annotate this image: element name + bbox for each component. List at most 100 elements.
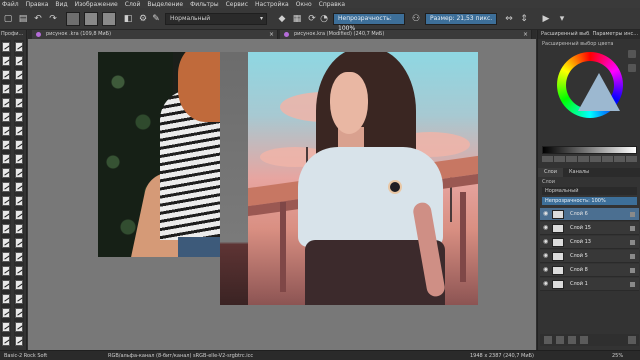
brush-preset-icon[interactable] [2, 336, 10, 346]
menu-item[interactable]: Выделение [147, 1, 183, 8]
tab-channels[interactable]: Каналы [563, 168, 595, 177]
brush-preset-icon[interactable] [15, 182, 23, 192]
wrap-mode-icon[interactable]: ◔ [318, 13, 330, 25]
tab-main-document[interactable]: рисунок.kra (Modified) (240,7 МиБ) × [280, 30, 532, 39]
mirror-horizontal-icon[interactable]: ⇔ [503, 13, 515, 25]
brush-preset-icon[interactable] [15, 252, 23, 262]
color-history-icon[interactable] [628, 64, 636, 72]
layer-row[interactable]: ◉ Слой 1 [540, 278, 639, 291]
menu-item[interactable]: Настройка [255, 1, 289, 8]
brush-preset-icon[interactable] [2, 112, 10, 122]
menu-item[interactable]: Окно [296, 1, 312, 8]
brush-preset-button[interactable] [102, 12, 116, 26]
color-swatch[interactable] [590, 156, 601, 162]
brush-preset-icon[interactable] [2, 266, 10, 276]
brush-preset-icon[interactable] [2, 70, 10, 80]
menu-item[interactable]: Правка [26, 1, 49, 8]
visibility-eye-icon[interactable]: ◉ [543, 267, 550, 273]
layer-blend-mode-select[interactable]: Нормальный [542, 187, 637, 195]
brush-preset-icon[interactable] [15, 308, 23, 318]
brush-preset-icon[interactable] [2, 196, 10, 206]
opacity-lock-icon[interactable]: ⚇ [410, 13, 422, 25]
brush-preset-icon[interactable] [2, 322, 10, 332]
brush-preset-icon[interactable] [15, 154, 23, 164]
brush-preset-icon[interactable] [15, 266, 23, 276]
save-icon[interactable]: ▤ [17, 13, 29, 25]
layer-row[interactable]: ◉ Слой 13 [540, 236, 639, 249]
layer-properties-icon[interactable] [630, 226, 635, 231]
brush-preset-icon[interactable] [15, 98, 23, 108]
color-swatch[interactable] [626, 156, 637, 162]
menu-item[interactable]: Вид [55, 1, 67, 8]
brush-preset-icon[interactable] [2, 84, 10, 94]
chevron-down-icon[interactable]: ▾ [556, 13, 568, 25]
value-gradient-bar[interactable] [542, 146, 637, 154]
eraser-mode-icon[interactable]: ◆ [276, 13, 288, 25]
undo-icon[interactable]: ↶ [32, 13, 44, 25]
move-layer-down-icon[interactable] [580, 336, 588, 344]
color-triangle[interactable] [578, 73, 620, 111]
brush-preset-icon[interactable] [15, 126, 23, 136]
layer-row[interactable]: ◉ Слой 8 [540, 264, 639, 277]
brush-preset-icon[interactable] [2, 168, 10, 178]
menu-item[interactable]: Файл [2, 1, 19, 8]
layer-properties-icon[interactable] [630, 268, 635, 273]
brush-preset-icon[interactable] [15, 42, 23, 52]
menu-item[interactable]: Фильтры [190, 1, 218, 8]
visibility-eye-icon[interactable]: ◉ [543, 225, 550, 231]
delete-layer-icon[interactable] [628, 336, 636, 344]
fg-bg-color-icon[interactable]: ◧ [122, 13, 134, 25]
brush-preset-icon[interactable] [15, 294, 23, 304]
color-swatch[interactable] [566, 156, 577, 162]
visibility-eye-icon[interactable]: ◉ [543, 239, 550, 245]
brush-preset-icon[interactable] [15, 168, 23, 178]
visibility-eye-icon[interactable]: ◉ [543, 281, 550, 287]
brush-preset-icon[interactable] [2, 140, 10, 150]
layer-row[interactable]: ◉ Слой 5 [540, 250, 639, 263]
layer-properties-icon[interactable] [630, 212, 635, 217]
brush-preset-icon[interactable] [2, 238, 10, 248]
layer-row[interactable]: ◉ Слой 15 [540, 222, 639, 235]
brush-preset-icon[interactable] [2, 210, 10, 220]
brush-settings-icon[interactable]: ⚙ [137, 13, 149, 25]
menu-item[interactable]: Справка [319, 1, 345, 8]
opacity-slider[interactable]: Непрозрачность: 100% [333, 13, 405, 32]
color-wheel[interactable] [557, 52, 623, 118]
brush-preset-icon[interactable] [2, 294, 10, 304]
layer-properties-icon[interactable] [630, 254, 635, 259]
painting-canvas[interactable] [220, 52, 478, 305]
blend-mode-select[interactable]: Нормальный ▾ [165, 13, 267, 25]
brush-preset-icon[interactable] [2, 224, 10, 234]
brush-editor-icon[interactable]: ✎ [150, 13, 162, 25]
brush-preset-icon[interactable] [15, 336, 23, 346]
brush-preset-icon[interactable] [2, 154, 10, 164]
layer-opacity-slider[interactable]: Непрозрачность: 100% [542, 197, 637, 205]
color-swatch[interactable] [554, 156, 565, 162]
tab-reference-document[interactable]: рисунок .kra (109,8 МиБ) × [32, 30, 278, 39]
mirror-vertical-icon[interactable]: ⇕ [518, 13, 530, 25]
visibility-eye-icon[interactable]: ◉ [543, 253, 550, 259]
brush-preset-icon[interactable] [15, 70, 23, 80]
brush-preset-icon[interactable] [2, 252, 10, 262]
status-zoom[interactable]: 25% [612, 351, 623, 360]
brush-preset-icon[interactable] [15, 84, 23, 94]
brush-preset-icon[interactable] [15, 210, 23, 220]
brush-preset-icon[interactable] [15, 280, 23, 290]
add-layer-icon[interactable] [544, 336, 552, 344]
tab-layers[interactable]: Слои [538, 168, 563, 177]
close-icon[interactable]: × [523, 30, 528, 39]
tab-advanced-color-selector[interactable]: Расширенный выб... [538, 30, 590, 39]
menu-item[interactable]: Сервис [226, 1, 248, 8]
reload-preset-icon[interactable]: ⟳ [306, 13, 318, 25]
close-icon[interactable]: × [269, 30, 274, 39]
menu-item[interactable]: Слой [125, 1, 141, 8]
preserve-alpha-icon[interactable]: ▦ [291, 13, 303, 25]
new-document-icon[interactable]: ▢ [2, 13, 14, 25]
color-swatch[interactable] [602, 156, 613, 162]
brush-preset-icon[interactable] [15, 56, 23, 66]
redo-icon[interactable]: ↷ [47, 13, 59, 25]
move-layer-up-icon[interactable] [568, 336, 576, 344]
layer-properties-icon[interactable] [630, 240, 635, 245]
brush-preset-icon[interactable] [15, 196, 23, 206]
brush-preset-icon[interactable] [15, 238, 23, 248]
